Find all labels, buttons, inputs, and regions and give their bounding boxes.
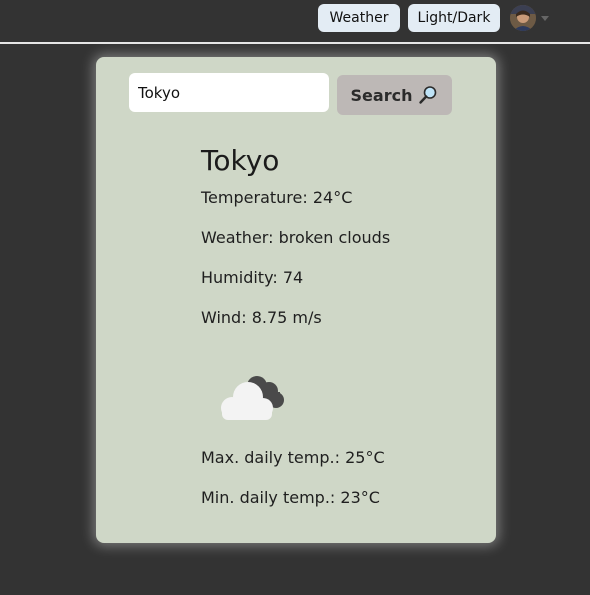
weather-card: Search Tokyo Temperature: 24°C Weather: … — [96, 57, 496, 543]
chevron-down-icon — [541, 16, 549, 21]
user-menu[interactable] — [510, 5, 550, 33]
max-temp-text: Max. daily temp.: 25°C — [201, 448, 385, 467]
humidity-text: Humidity: 74 — [201, 268, 304, 287]
top-navbar: Weather Light/Dark — [0, 0, 590, 44]
broken-clouds-icon — [214, 370, 292, 424]
weather-nav-button[interactable]: Weather — [318, 4, 400, 32]
search-button-label: Search — [350, 85, 413, 105]
avatar — [510, 5, 536, 31]
wind-text: Wind: 8.75 m/s — [201, 308, 322, 327]
search-button[interactable]: Search — [337, 75, 452, 115]
min-temp-text: Min. daily temp.: 23°C — [201, 488, 380, 507]
theme-toggle-button[interactable]: Light/Dark — [408, 4, 500, 32]
temperature-text: Temperature: 24°C — [201, 188, 353, 207]
magnifying-glass-icon — [418, 85, 438, 105]
city-search-input[interactable] — [129, 73, 329, 112]
city-name: Tokyo — [201, 144, 280, 177]
weather-description-text: Weather: broken clouds — [201, 228, 391, 247]
